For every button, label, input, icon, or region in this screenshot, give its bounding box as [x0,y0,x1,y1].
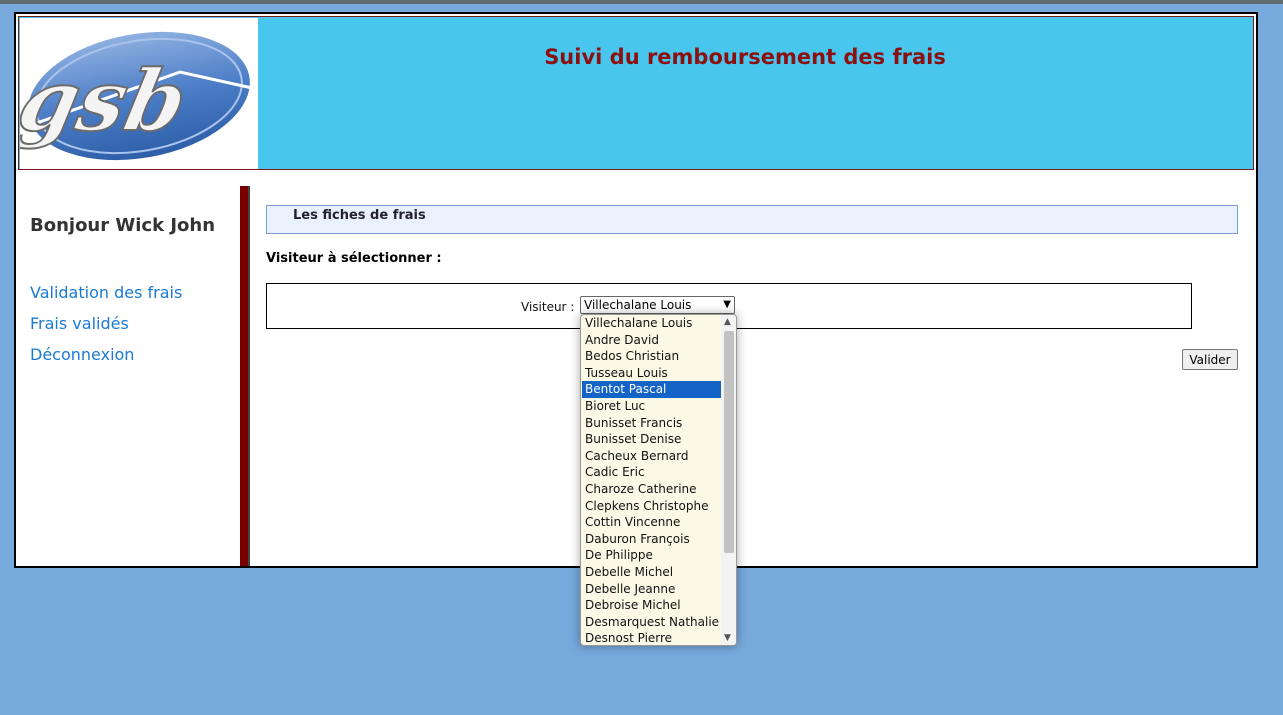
nav-link-frais-valides[interactable]: Frais validés [30,311,182,342]
dropdown-option[interactable]: Debelle Jeanne [582,581,721,598]
dropdown-options: Villechalane Louis Andre David Bedos Chris… [582,315,721,645]
dropdown-option[interactable]: De Philippe [582,547,721,564]
logo-letters: gsb [20,52,196,151]
dropdown-option[interactable]: Cadic Eric [582,464,721,481]
valider-button[interactable]: Valider [1182,349,1238,370]
browser-top-strip [0,0,1283,4]
visiteur-select[interactable]: Villechalane Louis ▼ [580,296,735,314]
page-title: Suivi du remboursement des frais [544,45,946,69]
dropdown-option[interactable]: Bedos Christian [582,348,721,365]
dropdown-scrollbar[interactable]: ▲ ▼ [721,315,736,645]
dropdown-option[interactable]: Debelle Michel [582,564,721,581]
visiteur-select-value: Villechalane Louis [584,298,692,312]
nav-link-deconnexion[interactable]: Déconnexion [30,342,182,373]
dropdown-option[interactable]: Cacheux Bernard [582,448,721,465]
dropdown-option[interactable]: Bentot Pascal [582,381,721,398]
dropdown-option[interactable]: Clepkens Christophe [582,498,721,515]
scroll-down-arrow-icon[interactable]: ▼ [724,633,731,643]
dropdown-option[interactable]: Bunisset Denise [582,431,721,448]
dropdown-option[interactable]: Bioret Luc [582,398,721,415]
dropdown-option[interactable]: Andre David [582,332,721,349]
dropdown-option[interactable]: Daburon François [582,531,721,548]
visiteur-dropdown-list[interactable]: Villechalane Louis Andre David Bedos Chris… [580,314,737,646]
sidebar-divider [240,186,250,566]
sidebar: Bonjour Wick John Validation des frais F… [16,172,240,566]
user-greeting: Bonjour Wick John [30,215,216,236]
dropdown-option[interactable]: Debroise Michel [582,597,721,614]
dropdown-option[interactable]: Desnost Pierre [582,630,721,645]
dropdown-option[interactable]: Desmarquest Nathalie [582,614,721,631]
dropdown-option[interactable]: Tusseau Louis [582,365,721,382]
section-title: Les fiches de frais [266,205,1238,234]
dropdown-option[interactable]: Bunisset Francis [582,415,721,432]
main-content: Les fiches de frais Visiteur à sélection… [266,202,1240,566]
scroll-thumb[interactable] [724,331,734,553]
visiteur-label: Visiteur : [521,300,575,314]
scroll-up-arrow-icon[interactable]: ▲ [724,317,731,327]
select-heading: Visiteur à sélectionner : [266,251,442,266]
nav-link-validation-frais[interactable]: Validation des frais [30,280,182,311]
gsb-logo: gsb [9,18,258,169]
chevron-down-icon: ▼ [723,299,731,310]
dropdown-option[interactable]: Charoze Catherine [582,481,721,498]
dropdown-option[interactable]: Cottin Vincenne [582,514,721,531]
header-banner: gsb Suivi du remboursement des frais [9,16,1254,170]
dropdown-option[interactable]: Villechalane Louis [582,315,721,332]
sidebar-nav: Validation des frais Frais validés Décon… [30,280,182,373]
